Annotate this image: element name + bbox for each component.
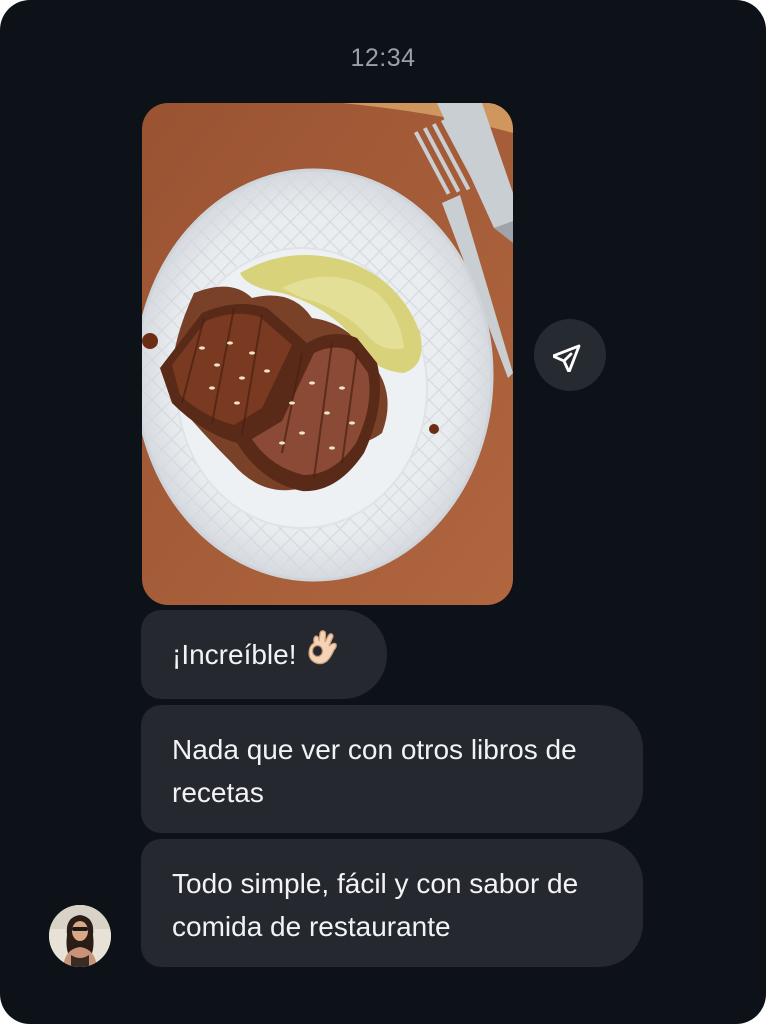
message-bubble[interactable]: Nada que ver con otros libros de recetas (141, 705, 643, 833)
message-timestamp: 12:34 (350, 44, 416, 72)
ok-hand-emoji-icon (305, 629, 339, 679)
share-button[interactable] (534, 319, 606, 391)
profile-avatar-icon (49, 905, 111, 967)
message-bubble[interactable]: ¡Increíble! (141, 610, 387, 699)
food-photo-message[interactable] (142, 103, 513, 605)
send-arrow-icon (553, 344, 581, 372)
message-text: ¡Increíble! (172, 639, 297, 670)
food-photo (142, 103, 513, 605)
message-bubble[interactable]: Todo simple, fácil y con sabor de comida… (141, 839, 643, 967)
message-text: Todo simple, fácil y con sabor de comida… (172, 868, 579, 942)
sender-avatar[interactable] (49, 905, 111, 967)
message-text: Nada que ver con otros libros de recetas (172, 734, 577, 808)
chat-screen: 12:34 ¡Increíble! Nada que ver con otros… (0, 0, 766, 1024)
